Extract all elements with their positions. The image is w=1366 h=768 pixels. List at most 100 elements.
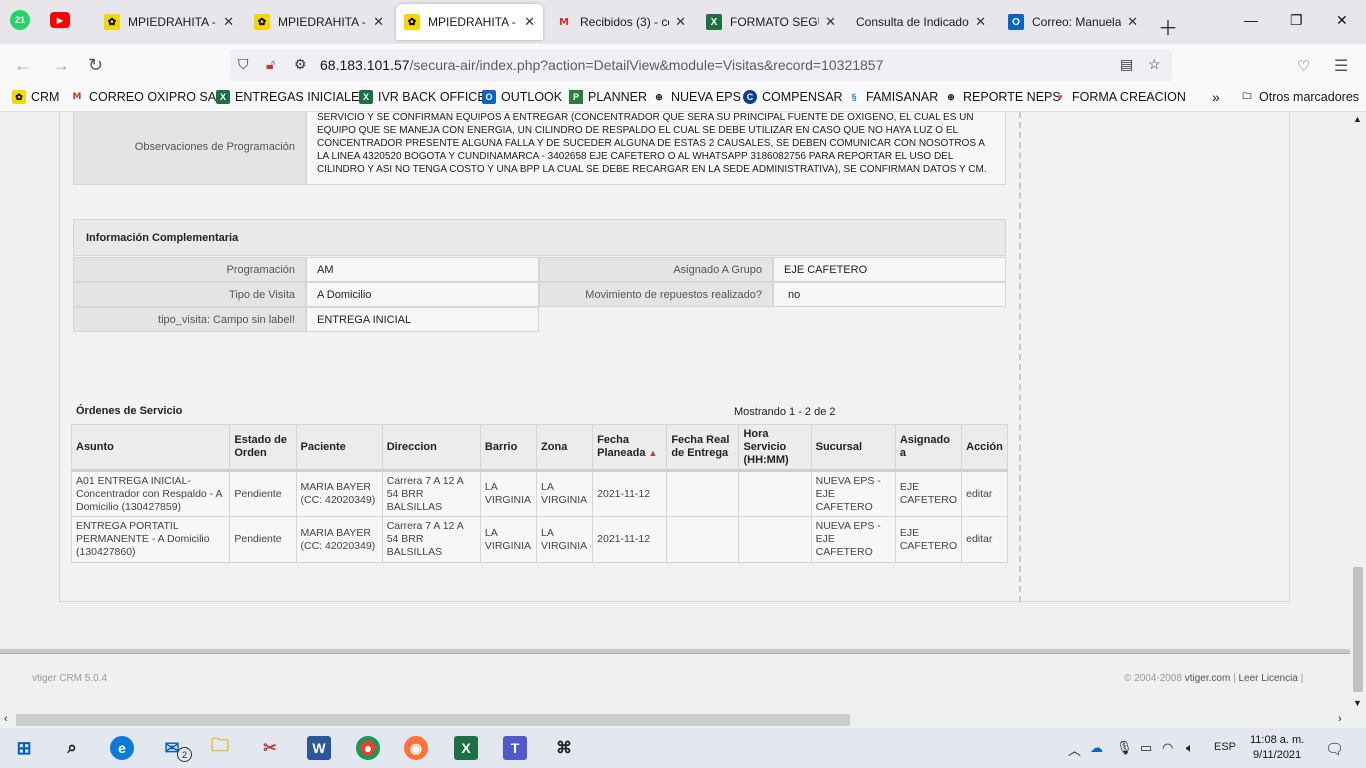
license-link[interactable]: Leer Licencia bbox=[1238, 673, 1297, 684]
word-icon[interactable]: W bbox=[307, 736, 331, 760]
youtube-icon[interactable]: ▶ bbox=[50, 12, 70, 28]
tray-overflow-icon[interactable]: ︿ bbox=[1068, 740, 1081, 759]
notifications-icon[interactable]: 🗨︎ bbox=[1325, 740, 1344, 758]
bookmark-nueva-eps[interactable]: ⊕ NUEVA EPS bbox=[652, 90, 741, 104]
firefox-icon[interactable]: ◉ bbox=[404, 736, 428, 760]
battery-icon[interactable]: ▭ bbox=[1140, 740, 1152, 756]
microphone-icon[interactable]: 🎙︎ bbox=[1116, 740, 1133, 756]
edit-link[interactable]: editar bbox=[961, 516, 1008, 563]
horizontal-scrollbar[interactable]: ‹ › bbox=[0, 712, 1350, 728]
url-bar[interactable]: ⛉ 🔓︎ ⚙ 68.183.101.57/secura-air/index.ph… bbox=[230, 49, 1172, 81]
search-icon[interactable]: ⌕ bbox=[60, 736, 84, 760]
col-fecha-real[interactable]: Fecha Real de Entrega bbox=[666, 424, 740, 472]
sort-asc-icon[interactable]: ▲ bbox=[649, 448, 658, 458]
reload-icon[interactable]: ↻ bbox=[88, 55, 103, 76]
other-bookmarks[interactable]: 🗀 Otros marcadores bbox=[1240, 90, 1359, 104]
shield-icon[interactable]: ⛉ bbox=[238, 56, 249, 73]
cell-paciente[interactable]: MARIA BAYER (CC: 42020349) bbox=[295, 470, 383, 517]
close-icon[interactable]: ✕ bbox=[524, 14, 535, 30]
browser-tab-7[interactable]: O Correo: Manuela F ✕ bbox=[1000, 4, 1146, 40]
browser-tab-2[interactable]: ✿ MPIEDRAHITA - A ✕ bbox=[246, 4, 392, 40]
scroll-left-icon[interactable]: ‹ bbox=[4, 713, 8, 725]
bookmark-crm[interactable]: ✿ CRM bbox=[12, 90, 59, 104]
bookmarks-overflow-icon[interactable]: » bbox=[1212, 89, 1220, 105]
restore-icon[interactable]: ❐ bbox=[1290, 12, 1303, 29]
reader-view-icon[interactable]: ▤ bbox=[1120, 56, 1133, 73]
tab-title: MPIEDRAHITA - A bbox=[128, 15, 218, 29]
close-icon[interactable]: ✕ bbox=[825, 14, 836, 30]
menu-icon[interactable]: ☰ bbox=[1334, 56, 1348, 76]
copyright-text: © 2004-2008 bbox=[1124, 673, 1182, 684]
chrome-icon[interactable]: ● bbox=[356, 736, 380, 760]
col-barrio[interactable]: Barrio bbox=[479, 424, 538, 472]
ordenes-table: Asunto Estado de Orden Paciente Direccio… bbox=[70, 424, 1008, 563]
close-icon[interactable]: ✕ bbox=[975, 14, 986, 30]
close-icon[interactable]: ✕ bbox=[223, 14, 234, 30]
forward-icon[interactable]: → bbox=[52, 55, 70, 76]
bookmark-correo-oxipro[interactable]: M CORREO OXIPRO SAS bbox=[70, 90, 225, 104]
browser-tab-6[interactable]: Consulta de Indicador ✕ bbox=[848, 4, 994, 40]
browser-tab-4[interactable]: M Recibidos (3) - co ✕ bbox=[548, 4, 694, 40]
col-estado[interactable]: Estado de Orden bbox=[229, 424, 297, 472]
scroll-right-icon[interactable]: › bbox=[1338, 713, 1342, 725]
lock-insecure-icon[interactable]: 🔓︎ bbox=[266, 56, 275, 73]
clock[interactable]: 11:08 a. m. 9/11/2021 bbox=[1250, 733, 1304, 763]
vtiger-link[interactable]: vtiger.com bbox=[1185, 673, 1231, 684]
teams-icon[interactable]: T bbox=[503, 736, 527, 760]
cell-asunto[interactable]: A01 ENTREGA INICIAL- Concentrador con Re… bbox=[70, 470, 231, 517]
scroll-down-icon[interactable]: ▼ bbox=[1353, 698, 1362, 708]
edge-icon[interactable]: e bbox=[110, 736, 134, 760]
permissions-icon[interactable]: ⚙ bbox=[294, 56, 307, 73]
col-direccion[interactable]: Direccion bbox=[381, 424, 481, 472]
col-paciente[interactable]: Paciente bbox=[295, 424, 383, 472]
bookmark-forma-creacion[interactable]: ♥ FORMA CREACION bbox=[1053, 90, 1186, 104]
minimize-icon[interactable]: — bbox=[1244, 12, 1258, 28]
snipping-tool-icon[interactable]: ✂ bbox=[258, 736, 282, 760]
col-zona[interactable]: Zona bbox=[536, 424, 594, 472]
vertical-scrollbar[interactable]: ▲ ▼ bbox=[1350, 112, 1366, 712]
language-indicator[interactable]: ESP bbox=[1214, 741, 1236, 753]
bookmark-label: CRM bbox=[31, 90, 60, 104]
wifi-icon[interactable]: ◠ bbox=[1162, 740, 1173, 756]
col-asunto[interactable]: Asunto bbox=[70, 424, 231, 472]
close-icon[interactable]: ✕ bbox=[373, 14, 384, 30]
browser-tab-5[interactable]: X FORMATO SEGUIM ✕ bbox=[698, 4, 844, 40]
divider bbox=[1019, 112, 1021, 602]
bookmark-famisanar[interactable]: § FAMISANAR bbox=[847, 90, 938, 104]
bookmark-ivr-back-office[interactable]: X IVR BACK OFFICE bbox=[359, 90, 486, 104]
cell-paciente[interactable]: MARIA BAYER (CC: 42020349) bbox=[295, 516, 383, 563]
vertical-scroll-thumb[interactable] bbox=[1353, 567, 1363, 692]
star-icon[interactable]: ☆ bbox=[1148, 56, 1161, 73]
vtiger-icon: ✿ bbox=[254, 14, 270, 30]
horizontal-scroll-thumb[interactable] bbox=[16, 714, 850, 726]
window-close-icon[interactable]: ✕ bbox=[1336, 12, 1348, 29]
outlook-icon: O bbox=[482, 90, 496, 104]
browser-tab-3-active[interactable]: ✿ MPIEDRAHITA - A ✕ bbox=[396, 4, 543, 40]
bookmark-entregas-iniciales[interactable]: X ENTREGAS INICIALES bbox=[216, 90, 368, 104]
bookmark-compensar[interactable]: C COMPENSAR bbox=[743, 90, 843, 104]
col-sucursal[interactable]: Sucursal bbox=[810, 424, 896, 472]
whatsapp-icon[interactable]: 21 bbox=[10, 10, 30, 30]
new-tab-icon[interactable]: ＋ bbox=[1158, 12, 1178, 41]
browser-tab-1[interactable]: ✿ MPIEDRAHITA - A ✕ bbox=[96, 4, 242, 40]
page-content: Observaciones de Programación SERVICIO Y… bbox=[0, 112, 1350, 712]
bookmark-outlook[interactable]: O OUTLOOK bbox=[482, 90, 562, 104]
cell-asunto[interactable]: ENTREGA PORTATIL PERMANENTE - A Domicili… bbox=[70, 516, 231, 563]
close-icon[interactable]: ✕ bbox=[1127, 14, 1138, 30]
col-hora-servicio[interactable]: Hora Servicio (HH:MM) bbox=[738, 424, 812, 472]
col-fecha-planeada[interactable]: Fecha Planeada ▲ bbox=[592, 424, 668, 472]
windows-start-icon[interactable]: ⊞ bbox=[12, 736, 36, 760]
excel-taskbar-icon[interactable]: X bbox=[454, 736, 478, 760]
onedrive-icon[interactable]: ☁ bbox=[1090, 740, 1103, 756]
back-icon[interactable]: ← bbox=[14, 55, 32, 76]
bookmark-reporte-neps[interactable]: ⊕ REPORTE NEPS bbox=[944, 90, 1061, 104]
file-explorer-icon[interactable]: 🗀 bbox=[208, 735, 232, 760]
close-icon[interactable]: ✕ bbox=[675, 14, 686, 30]
volume-icon[interactable]: 🔈︎ bbox=[1186, 740, 1194, 756]
edit-link[interactable]: editar bbox=[961, 470, 1008, 517]
bookmark-planner[interactable]: P PLANNER bbox=[569, 90, 647, 104]
network-app-icon[interactable]: ⌘ bbox=[552, 736, 576, 760]
scroll-up-icon[interactable]: ▲ bbox=[1353, 114, 1362, 124]
pocket-icon[interactable]: ♡ bbox=[1297, 57, 1310, 75]
col-asignado[interactable]: Asignado a bbox=[894, 424, 963, 472]
